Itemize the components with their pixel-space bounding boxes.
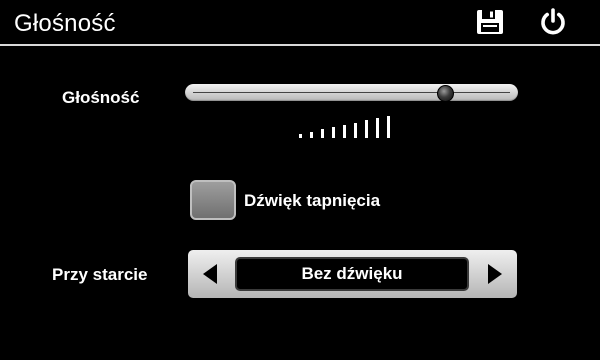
volume-level-bar (343, 125, 346, 138)
volume-level-bar (387, 116, 390, 138)
floppy-disk-icon (477, 10, 503, 34)
power-icon (541, 8, 565, 35)
volume-level-bar (321, 129, 324, 138)
triangle-left-icon (203, 264, 217, 284)
slider-thumb[interactable] (437, 85, 455, 102)
triangle-right-icon (488, 264, 502, 284)
volume-level-bar (299, 134, 302, 138)
next-option-button[interactable] (477, 250, 517, 298)
tap-sound-label: Dźwięk tapnięcia (244, 191, 381, 210)
slider-groove (193, 92, 510, 93)
startup-sound-selector: Bez dźwięku (188, 250, 517, 298)
page-title: Głośność (14, 10, 116, 37)
volume-label: Głośność (62, 88, 140, 107)
previous-option-button[interactable] (188, 250, 228, 298)
tap-sound-checkbox[interactable] (190, 180, 236, 220)
startup-label: Przy starcie (52, 265, 148, 284)
volume-level-bar (376, 118, 379, 138)
volume-level-bar (332, 127, 335, 138)
header-bar: Głośność (0, 0, 600, 44)
volume-level-bar (310, 132, 313, 138)
volume-level-bar (365, 120, 368, 138)
header-divider (0, 44, 600, 46)
volume-slider[interactable] (185, 84, 518, 102)
save-button[interactable] (473, 6, 507, 38)
power-button[interactable] (536, 6, 570, 38)
volume-level-bars (299, 116, 399, 138)
startup-sound-value: Bez dźwięku (235, 257, 469, 291)
volume-level-bar (354, 123, 357, 138)
